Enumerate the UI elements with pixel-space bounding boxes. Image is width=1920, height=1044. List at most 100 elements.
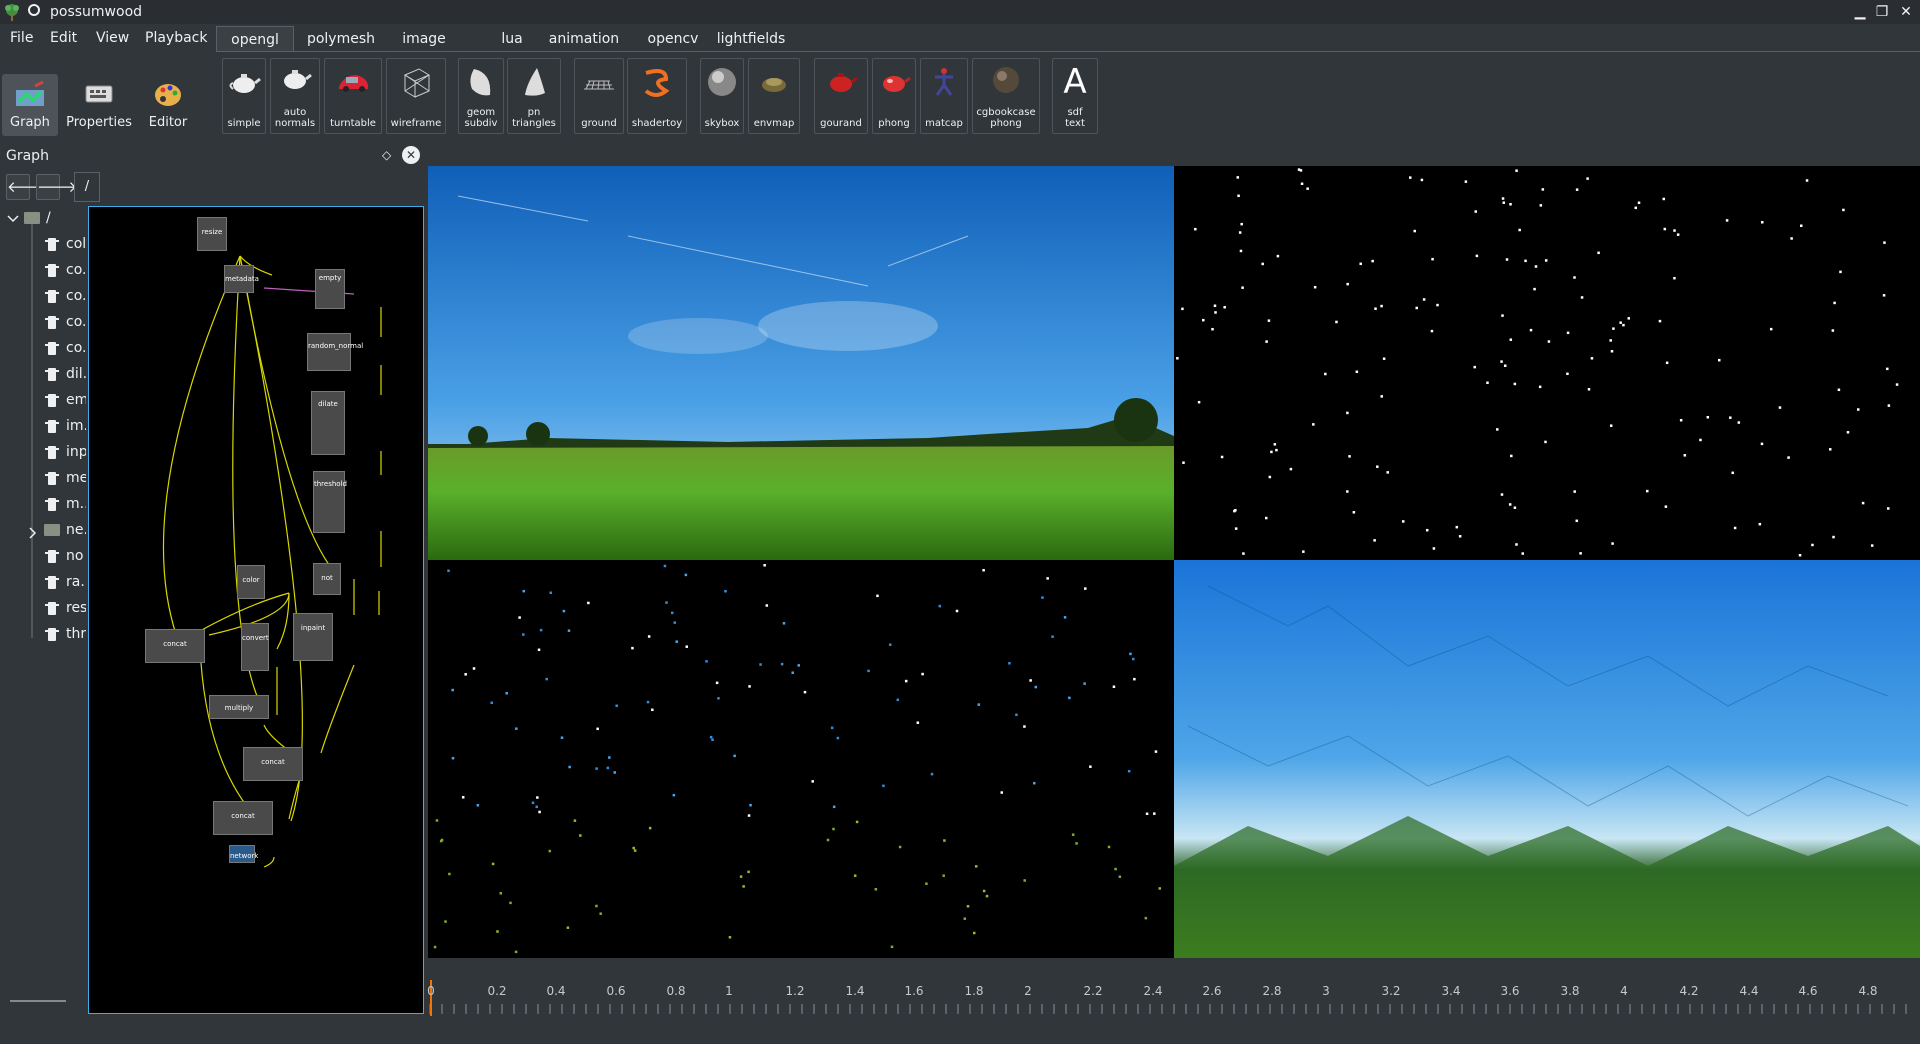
menu-file[interactable]: File (10, 30, 33, 46)
node-icon (45, 394, 59, 407)
properties-mode-button[interactable]: Properties (64, 74, 134, 136)
graph-node[interactable]: concat (145, 629, 205, 663)
graph-node[interactable]: dilate (311, 391, 345, 455)
minimize-button[interactable]: ▁ (1850, 2, 1870, 22)
graph-node[interactable]: empty (315, 269, 345, 309)
tick-label: 4.4 (1739, 984, 1759, 998)
tick-label: 3.4 (1441, 984, 1461, 998)
tree-item[interactable]: col (0, 234, 86, 256)
graph-node[interactable]: random_normal (307, 333, 363, 371)
settings-icon[interactable] (28, 4, 40, 16)
node-title: dilate (318, 400, 338, 408)
tool-pn-triangles-label: pn triangles (512, 107, 556, 129)
graph-node[interactable]: not (313, 563, 341, 595)
tree-scrollbar[interactable] (10, 1000, 66, 1002)
tool-geom-subdiv[interactable]: geom subdiv (458, 58, 504, 134)
sphere-texture-icon (993, 67, 1019, 93)
tree-item[interactable]: co. (0, 312, 86, 334)
tab-image[interactable]: image (386, 26, 462, 52)
node-icon (45, 290, 59, 303)
tick-label: 4.8 (1858, 984, 1878, 998)
tool-simple[interactable]: simple (222, 58, 266, 134)
editor-mode-label: Editor (148, 115, 188, 130)
tree-item[interactable]: m.. (0, 494, 86, 516)
tab-lightfields[interactable]: lightfields (696, 26, 806, 52)
tree-item[interactable]: me (0, 468, 86, 490)
tree-item[interactable]: inp (0, 442, 86, 464)
tool-cgbookcase-phong[interactable]: cgbookcase phong (972, 58, 1040, 134)
node-icon (45, 628, 59, 641)
tree-item[interactable]: no (0, 546, 86, 568)
graph-node[interactable]: inpaint (293, 613, 333, 661)
tool-envmap-label: envmap (753, 118, 795, 129)
tree-item-network[interactable]: ne. (0, 520, 86, 542)
menu-edit[interactable]: Edit (50, 30, 77, 46)
tool-phong[interactable]: phong (872, 58, 916, 134)
graph-icon (16, 80, 44, 106)
tree-item[interactable]: co. (0, 260, 86, 282)
close-button[interactable]: ✕ (1896, 2, 1916, 22)
graph-node[interactable]: multiply (209, 695, 269, 719)
tool-ground[interactable]: ground (574, 58, 624, 134)
node-icon (45, 264, 59, 277)
app-logo-icon (5, 4, 19, 21)
graph-node[interactable]: convert (241, 623, 269, 671)
graph-mode-button[interactable]: Graph (2, 74, 58, 136)
tool-skybox[interactable]: skybox (700, 58, 744, 134)
tree-item-label: col (66, 236, 86, 252)
tree-item-label: em (66, 392, 86, 408)
tool-turntable[interactable]: turntable (324, 58, 382, 134)
sdf-text-icon: A (1063, 62, 1087, 102)
graph-node[interactable]: metadata (224, 265, 259, 293)
tool-pn-triangles[interactable]: pn triangles (507, 58, 561, 134)
tree-item[interactable]: thr (0, 624, 86, 646)
tree-item[interactable]: im. (0, 416, 86, 438)
graph-node[interactable]: concat (243, 747, 303, 781)
tool-wireframe[interactable]: wireframe (386, 58, 446, 134)
tree-root[interactable]: / (0, 208, 86, 230)
tab-polymesh[interactable]: polymesh (296, 26, 386, 52)
graph-node[interactable]: concat (213, 801, 273, 835)
editor-mode-button[interactable]: Editor (138, 74, 198, 136)
dock-close-icon[interactable]: ✕ (402, 146, 420, 164)
tree-item-label: m.. (66, 496, 86, 512)
gl-viewport[interactable] (428, 166, 1920, 958)
tick-label: 1.8 (964, 984, 984, 998)
node-title: not (321, 574, 333, 582)
timeline[interactable]: 0 0.2 0.4 0.6 0.8 1 1.2 1.4 1.6 1.8 2 2.… (427, 980, 1920, 1020)
forward-button[interactable]: 🡒 (36, 174, 77, 200)
wireframe-cube-icon (403, 68, 431, 98)
shadertoy-swirl-icon (644, 69, 670, 97)
tool-matcap[interactable]: matcap (920, 58, 968, 134)
menu-view[interactable]: View (96, 30, 129, 46)
tree-root-label: / (46, 210, 51, 226)
tool-shadertoy[interactable]: shadertoy (627, 58, 687, 134)
graph-node[interactable]: color (237, 565, 265, 599)
dock-float-icon[interactable]: ◇ (382, 148, 391, 162)
tool-sdf-text[interactable]: A sdf text (1052, 58, 1098, 134)
maximize-button[interactable]: ❐ (1872, 2, 1892, 22)
tree-item[interactable]: res (0, 598, 86, 620)
tree-item[interactable]: co. (0, 286, 86, 308)
teapot-icon (229, 74, 261, 93)
tool-envmap[interactable]: envmap (748, 58, 800, 134)
tool-auto-normals[interactable]: auto normals (270, 58, 320, 134)
node-title: inpaint (300, 624, 326, 632)
graph-canvas[interactable]: resize metadata empty random_normal dila… (88, 206, 424, 1014)
tab-animation[interactable]: animation (534, 26, 634, 52)
tick-label: 0.8 (666, 984, 686, 998)
tree-item-label: me (66, 470, 86, 486)
menu-playback[interactable]: Playback (145, 30, 207, 46)
graph-node[interactable]: threshold (313, 471, 347, 533)
tree-item[interactable]: dil. (0, 364, 86, 386)
tab-opengl[interactable]: opengl (216, 26, 294, 52)
back-button[interactable]: 🡐 (6, 174, 47, 200)
path-button[interactable]: / (74, 172, 100, 202)
tree-item[interactable]: em (0, 390, 86, 412)
tree-item[interactable]: ra. (0, 572, 86, 594)
graph-node[interactable]: resize (197, 217, 227, 251)
graph-node-network[interactable]: network (229, 845, 258, 863)
tool-gourand[interactable]: gourand (814, 58, 868, 134)
tree-item[interactable]: co. (0, 338, 86, 360)
teapot-red-icon (883, 76, 911, 92)
